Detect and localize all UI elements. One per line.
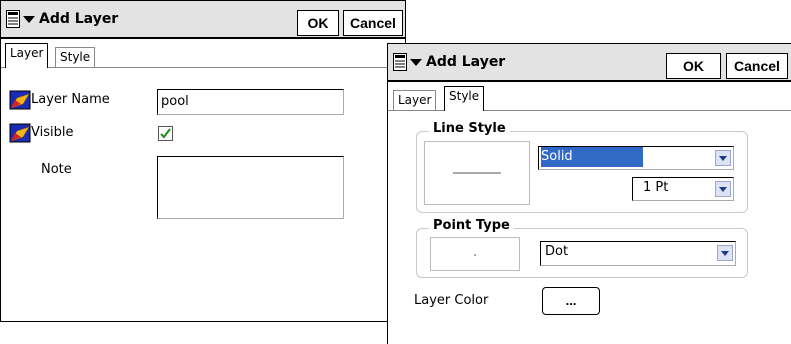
layer-icon	[9, 90, 31, 110]
cancel-button[interactable]: Cancel	[343, 10, 403, 36]
menu-dropdown-arrow-icon[interactable]	[23, 16, 35, 23]
note-textarea[interactable]	[157, 156, 344, 219]
tab-style[interactable]: Style	[55, 47, 96, 67]
menu-icon[interactable]	[393, 53, 407, 71]
point-type-select[interactable]: Dot	[540, 241, 736, 266]
chevron-down-icon[interactable]	[717, 245, 733, 261]
layer-name-input[interactable]: pool	[157, 89, 344, 115]
line-width-select[interactable]: 1 Pt	[632, 177, 734, 201]
layer-color-button[interactable]: ...	[542, 287, 600, 315]
layer-tab-panel: Layer Name pool Visible Note	[1, 67, 405, 321]
style-tab-panel: Line Style Solid 1 Pt Point Type Dot Lay…	[388, 110, 791, 344]
point-type-title: Point Type	[429, 218, 514, 233]
line-style-title: Line Style	[429, 121, 510, 136]
title-bar: Add Layer OK Cancel	[388, 44, 791, 82]
layer-name-label: Layer Name	[31, 92, 110, 107]
visible-label: Visible	[31, 125, 74, 140]
tab-style[interactable]: Style	[444, 86, 485, 111]
ok-button[interactable]: OK	[297, 10, 339, 36]
dialog-title: Add Layer	[426, 54, 506, 70]
title-bar: Add Layer OK Cancel	[1, 1, 405, 39]
tab-layer[interactable]: Layer	[393, 90, 437, 110]
cancel-button[interactable]: Cancel	[726, 53, 788, 79]
dialog-title: Add Layer	[39, 11, 119, 27]
note-label: Note	[41, 162, 72, 177]
line-style-value: Solid	[541, 147, 643, 167]
point-type-value: Dot	[545, 244, 569, 259]
tab-strip: Layer Style	[390, 84, 789, 111]
visible-checkbox[interactable]	[158, 126, 173, 141]
chevron-down-icon[interactable]	[715, 150, 731, 166]
tab-layer[interactable]: Layer	[5, 43, 49, 68]
tab-strip: Layer Style	[3, 41, 403, 68]
menu-icon[interactable]	[6, 10, 20, 28]
menu-dropdown-arrow-icon[interactable]	[410, 59, 422, 66]
add-layer-dialog-style-tab: Add Layer OK Cancel Layer Style Line Sty…	[387, 43, 791, 344]
checkmark-icon	[160, 128, 171, 139]
line-style-preview	[424, 141, 530, 205]
chevron-down-icon[interactable]	[715, 181, 731, 197]
point-type-preview	[430, 237, 520, 271]
ok-button[interactable]: OK	[666, 53, 721, 79]
add-layer-dialog-layer-tab: Add Layer OK Cancel Layer Style Layer Na…	[0, 0, 406, 322]
layer-color-label: Layer Color	[414, 293, 489, 308]
line-style-select[interactable]: Solid	[538, 146, 734, 170]
line-width-value: 1 Pt	[643, 180, 669, 195]
visible-layer-icon	[9, 123, 31, 143]
